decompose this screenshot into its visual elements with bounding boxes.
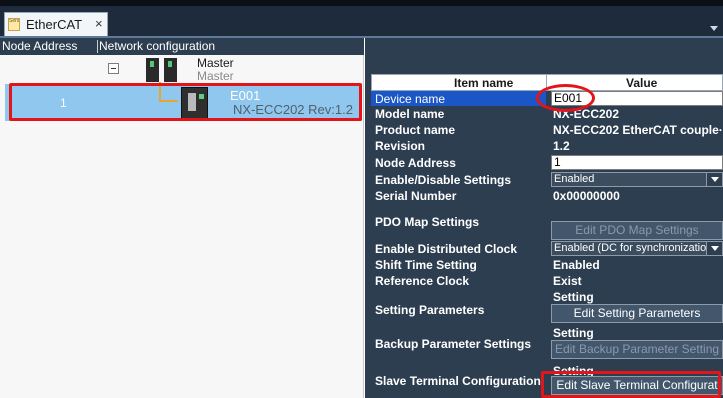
property-value: 0x00000000 bbox=[553, 189, 620, 203]
annotation-circle bbox=[536, 84, 595, 112]
master-node-label[interactable]: Master bbox=[197, 56, 234, 70]
annotation-highlight-box bbox=[9, 83, 362, 121]
column-separator[interactable] bbox=[97, 40, 98, 53]
property-label: Revision bbox=[375, 139, 426, 153]
document-tab-bar: Serial EtherCAT × bbox=[0, 0, 723, 38]
property-label: Reference Clock bbox=[375, 274, 470, 288]
column-header-network-configuration[interactable]: Network configuration bbox=[99, 39, 215, 53]
node-address-input[interactable]: 1 bbox=[551, 155, 723, 170]
edit-pdo-map-button[interactable]: Edit PDO Map Settings bbox=[551, 221, 723, 240]
master-node-sublabel: Master bbox=[197, 69, 234, 83]
property-value: 1.2 bbox=[553, 139, 570, 153]
property-label: Serial Number bbox=[375, 189, 457, 203]
property-label: Enable/Disable Settings bbox=[375, 173, 512, 187]
property-value: Exist bbox=[553, 274, 582, 288]
property-label: Shift Time Setting bbox=[375, 258, 477, 272]
select-value: Enabled (DC for synchronizatio bbox=[554, 242, 707, 254]
collapse-toggle-icon[interactable] bbox=[108, 63, 119, 74]
column-header-value: Value bbox=[626, 76, 658, 90]
property-label: Slave Terminal Configuration bbox=[375, 374, 541, 388]
tabbar-top-border bbox=[0, 0, 723, 6]
property-label: Enable Distributed Clock bbox=[375, 242, 518, 256]
annotation-highlight-box bbox=[541, 371, 721, 398]
chevron-down-icon[interactable] bbox=[706, 242, 722, 255]
distributed-clock-select[interactable]: Enabled (DC for synchronizatio bbox=[551, 241, 723, 256]
edit-backup-parameters-button[interactable]: Edit Backup Parameter Setting bbox=[551, 340, 723, 359]
master-controller-icon[interactable] bbox=[146, 58, 178, 82]
column-header-node-address[interactable]: Node Address bbox=[2, 39, 77, 53]
property-label: Backup Parameter Settings bbox=[375, 337, 532, 351]
property-label: Setting Parameters bbox=[375, 303, 485, 317]
tab-ethercat[interactable]: Serial EtherCAT × bbox=[4, 12, 108, 37]
property-caption: Setting bbox=[553, 326, 594, 340]
network-configuration-pane: Node Address Network configuration Maste… bbox=[0, 38, 364, 398]
property-label: Node Address bbox=[375, 156, 456, 170]
property-label: PDO Map Settings bbox=[375, 215, 480, 229]
enable-disable-select[interactable]: Enabled bbox=[551, 172, 723, 187]
edit-setting-parameters-button[interactable]: Edit Setting Parameters bbox=[551, 304, 723, 323]
property-value: NX-ECC202 EtherCAT couple··· bbox=[553, 123, 723, 137]
property-label: Model name bbox=[375, 107, 445, 121]
property-caption: Setting bbox=[553, 290, 594, 304]
property-label: Device name bbox=[375, 92, 446, 106]
column-header-item-name: Item name bbox=[454, 76, 514, 90]
property-label: Product name bbox=[375, 123, 456, 137]
ethercat-doc-icon: Serial bbox=[8, 18, 20, 31]
chevron-down-icon[interactable] bbox=[706, 173, 722, 186]
tree-header: Node Address Network configuration bbox=[0, 38, 364, 55]
chevron-down-icon[interactable] bbox=[710, 26, 718, 31]
property-value: Enabled bbox=[553, 258, 600, 272]
close-icon[interactable]: × bbox=[95, 16, 103, 31]
tab-label: EtherCAT bbox=[26, 17, 83, 32]
select-value: Enabled bbox=[554, 173, 595, 185]
